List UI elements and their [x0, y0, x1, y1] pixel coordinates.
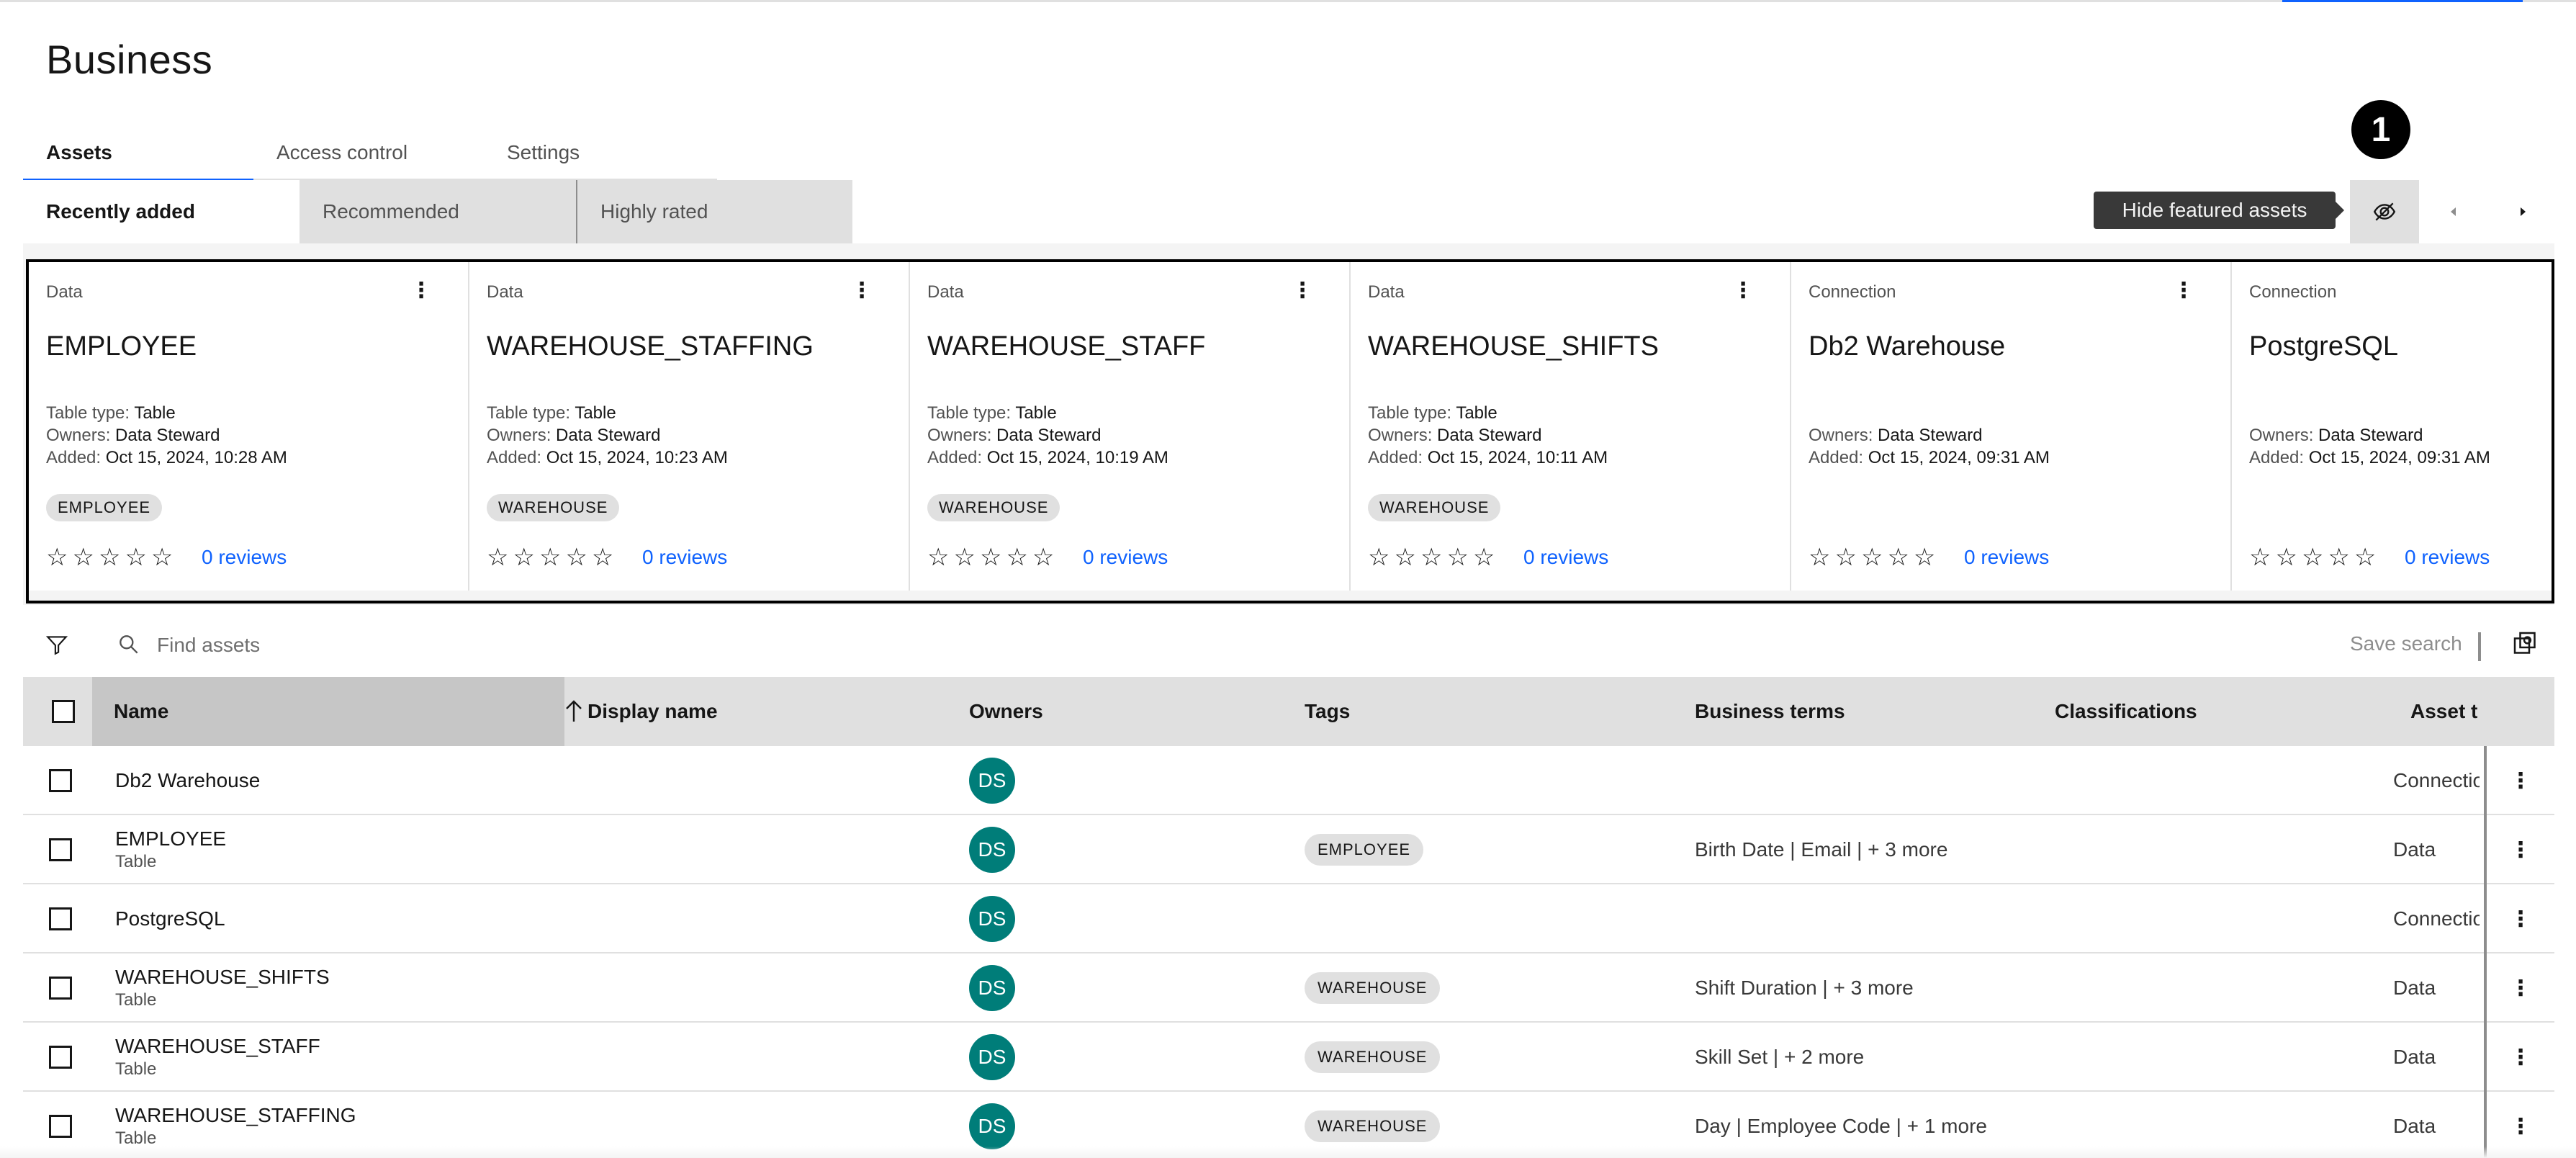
tab-recently-added[interactable]: Recently added — [23, 180, 300, 243]
row-name-cell: Db2 Warehouse — [115, 746, 260, 815]
row-name-cell: PostgreSQL — [115, 884, 225, 953]
avatar: DS — [969, 1034, 1015, 1080]
avatar: DS — [969, 896, 1015, 942]
row-name[interactable]: WAREHOUSE_STAFFING — [115, 1104, 356, 1127]
column-header-owners[interactable]: Owners — [969, 677, 1043, 746]
filter-icon[interactable] — [45, 632, 69, 657]
search-input[interactable] — [157, 625, 1021, 665]
tab-highly-rated[interactable]: Highly rated — [576, 180, 852, 243]
table-row[interactable]: PostgreSQL DS Connection ⋮ — [23, 884, 2554, 953]
avatar: DS — [969, 758, 1015, 804]
row-tag[interactable]: EMPLOYEE — [1305, 834, 1424, 866]
assets-table: Name Display name Owners Tags Business t… — [23, 677, 2554, 1158]
tab-access-control[interactable]: Access control — [253, 134, 484, 180]
table-row[interactable]: Db2 Warehouse DS Connection ⋮ — [23, 746, 2554, 815]
table-row[interactable]: WAREHOUSE_SHIFTS Table DS WAREHOUSE Shif… — [23, 953, 2554, 1023]
view-off-icon — [2373, 202, 2396, 221]
avatar: DS — [969, 965, 1015, 1011]
row-checkbox[interactable] — [49, 838, 72, 861]
table-toolbar: Save search — [23, 614, 2554, 677]
row-name-cell: WAREHOUSE_STAFF Table — [115, 1023, 320, 1092]
row-name-cell: EMPLOYEE Table — [115, 815, 226, 884]
row-subtype: Table — [115, 990, 157, 1010]
table-row[interactable]: WAREHOUSE_STAFF Table DS WAREHOUSE Skill… — [23, 1023, 2554, 1092]
row-business-terms: Skill Set | + 2 more — [1695, 1046, 1865, 1068]
page-title: Business — [46, 37, 213, 82]
row-asset-type: Data — [2393, 838, 2436, 861]
save-search-button[interactable]: Save search — [2350, 632, 2462, 655]
row-name[interactable]: Db2 Warehouse — [115, 769, 260, 792]
avatar: DS — [969, 827, 1015, 873]
carousel-prev-button[interactable] — [2419, 180, 2488, 243]
row-checkbox[interactable] — [49, 907, 72, 930]
row-checkbox[interactable] — [49, 1046, 72, 1069]
row-subtype: Table — [115, 852, 157, 871]
main-tabs: Assets Access control Settings — [23, 134, 717, 181]
row-name[interactable]: WAREHOUSE_SHIFTS — [115, 966, 330, 989]
hide-featured-button[interactable] — [2350, 180, 2419, 243]
carousel-next-button[interactable] — [2488, 180, 2557, 243]
top-border — [0, 0, 2576, 2]
column-header-asset-type[interactable]: Asset t — [2410, 677, 2482, 746]
search-icon — [120, 635, 138, 654]
row-asset-type: Connection — [2393, 769, 2480, 791]
column-header-display-name[interactable]: Display name — [564, 677, 718, 746]
row-checkbox[interactable] — [49, 769, 72, 792]
row-name[interactable]: WAREHOUSE_STAFF — [115, 1035, 320, 1058]
column-settings-icon[interactable] — [2511, 629, 2540, 658]
toolbar-divider — [2478, 632, 2481, 661]
step-badge: 1 — [2351, 100, 2410, 159]
row-asset-type: Connection — [2393, 907, 2480, 930]
overflow-menu-icon[interactable]: ⋮ — [2484, 746, 2554, 815]
tab-assets[interactable]: Assets — [23, 134, 253, 181]
overflow-menu-icon[interactable]: ⋮ — [2484, 953, 2554, 1023]
column-header-classifications[interactable]: Classifications — [2055, 677, 2197, 746]
row-subtype: Table — [115, 1128, 157, 1148]
row-checkbox[interactable] — [49, 1115, 72, 1138]
row-asset-type: Data — [2393, 1046, 2436, 1068]
select-all-checkbox[interactable] — [52, 700, 75, 723]
overflow-menu-icon[interactable]: ⋮ — [2484, 1023, 2554, 1092]
tab-recommended[interactable]: Recommended — [300, 180, 576, 243]
row-tag[interactable]: WAREHOUSE — [1305, 1110, 1441, 1142]
row-asset-type: Data — [2393, 977, 2436, 999]
row-checkbox[interactable] — [49, 977, 72, 1000]
row-business-terms: Shift Duration | + 3 more — [1695, 977, 1914, 999]
overflow-menu-icon[interactable]: ⋮ — [2484, 815, 2554, 884]
avatar: DS — [969, 1103, 1015, 1149]
bottom-edge — [0, 1146, 2576, 1158]
column-header-name[interactable]: Name — [92, 677, 582, 746]
row-subtype: Table — [115, 1059, 157, 1079]
top-accent-bar — [2282, 0, 2523, 2]
featured-tabs: Recently added Recommended Highly rated — [23, 180, 852, 243]
row-name[interactable]: EMPLOYEE — [115, 827, 226, 850]
overflow-menu-icon[interactable]: ⋮ — [2484, 884, 2554, 953]
column-header-tags[interactable]: Tags — [1305, 677, 1350, 746]
caret-left-icon — [2451, 207, 2456, 216]
row-tag[interactable]: WAREHOUSE — [1305, 1041, 1441, 1073]
tab-settings[interactable]: Settings — [484, 134, 717, 180]
row-tag[interactable]: WAREHOUSE — [1305, 972, 1441, 1004]
caret-right-icon — [2521, 207, 2526, 216]
featured-highlight-frame — [26, 259, 2554, 603]
row-business-terms: Birth Date | Email | + 3 more — [1695, 838, 1948, 861]
column-header-business-terms[interactable]: Business terms — [1695, 677, 1845, 746]
row-name[interactable]: PostgreSQL — [115, 907, 225, 930]
table-header: Name Display name Owners Tags Business t… — [23, 677, 2554, 746]
row-name-cell: WAREHOUSE_SHIFTS Table — [115, 953, 330, 1023]
hide-featured-tooltip: Hide featured assets — [2094, 192, 2344, 229]
table-row[interactable]: EMPLOYEE Table DS EMPLOYEE Birth Date | … — [23, 815, 2554, 884]
